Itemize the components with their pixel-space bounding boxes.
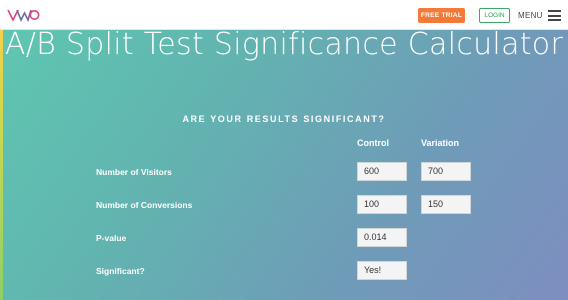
control-visitors-input[interactable]: 600 [357, 162, 407, 181]
p-value-label: P-value [96, 233, 127, 243]
variation-visitors-input[interactable]: 700 [421, 162, 471, 181]
left-edge-strip [0, 30, 3, 300]
column-header-control: Control [357, 138, 389, 148]
menu-label[interactable]: MENU [518, 11, 543, 20]
visitors-label: Number of Visitors [96, 167, 172, 177]
vwo-logo-icon[interactable] [6, 5, 40, 25]
conversions-label: Number of Conversions [96, 200, 193, 210]
significant-label: Significant? [96, 266, 145, 276]
p-value-output: 0.014 [357, 228, 407, 247]
control-conversions-input[interactable]: 100 [357, 195, 407, 214]
page-title: A/B Split Test Significance Calculator [4, 27, 564, 62]
hamburger-menu-icon[interactable] [548, 10, 561, 21]
login-button[interactable]: LOGIN [479, 8, 510, 23]
section-heading: ARE YOUR RESULTS SIGNIFICANT? [182, 114, 386, 124]
column-header-variation: Variation [421, 138, 460, 148]
significant-output: Yes! [357, 261, 407, 280]
free-trial-button[interactable]: FREE TRIAL [418, 8, 465, 23]
variation-conversions-input[interactable]: 150 [421, 195, 471, 214]
top-navigation-bar: FREE TRIAL LOGIN MENU [0, 0, 568, 30]
